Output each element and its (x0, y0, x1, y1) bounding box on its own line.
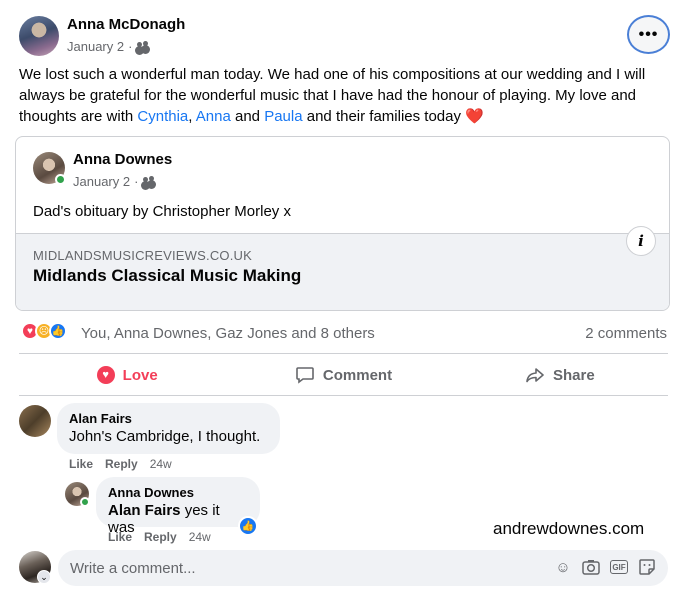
post-text-sep1: , (188, 108, 196, 125)
share-icon (526, 368, 544, 383)
chevron-down-icon[interactable]: ⌄ (37, 570, 51, 584)
heart-emoji: ❤️ (465, 108, 484, 125)
comment-text: John's Cambridge, I thought. (69, 428, 261, 445)
link-preview[interactable]: MIDLANDSMUSICREVIEWS.CO.UK Midlands Clas… (16, 233, 669, 310)
divider (19, 353, 668, 354)
comment-button[interactable]: Comment (235, 357, 451, 393)
post-card: Anna McDonagh January 2 · ••• We lost su… (0, 0, 676, 596)
share-button[interactable]: Share (452, 357, 668, 393)
reply-reply-button[interactable]: Reply (144, 530, 177, 544)
post-text: We lost such a wonderful man today. We h… (19, 64, 669, 127)
meta-separator: · (128, 39, 133, 54)
divider (19, 395, 668, 396)
watermark: andrewdownes.com (493, 519, 645, 538)
comment-time[interactable]: 24w (150, 457, 172, 471)
comment-input[interactable] (70, 559, 540, 577)
sticker-icon[interactable] (638, 558, 656, 576)
reply-like-button[interactable]: Like (108, 530, 132, 544)
gif-icon[interactable]: GIF (610, 560, 628, 574)
comment-actions: Like Reply 24w (69, 457, 172, 471)
camera-icon[interactable] (582, 558, 600, 576)
emoji-icon[interactable]: ☺ (554, 558, 572, 576)
commenter-avatar[interactable] (19, 405, 51, 437)
love-button[interactable]: ♥ Love (19, 357, 235, 393)
comment-icon (296, 367, 314, 384)
post-date[interactable]: January 2 (67, 39, 124, 54)
reply-bubble: Anna Downes Alan Fairs yes it was (96, 477, 260, 536)
meta-separator: · (134, 174, 139, 189)
link-title[interactable]: Midlands Classical Music Making (33, 266, 301, 286)
share-label: Share (552, 366, 595, 384)
friends-icon (142, 175, 156, 188)
shared-meta: January 2 · (73, 174, 156, 189)
reaction-icons[interactable]: ♥ ☹ 👍 (21, 322, 67, 340)
commenter-name[interactable]: Alan Fairs (69, 411, 268, 426)
friends-icon (136, 40, 150, 53)
like-reaction-icon[interactable]: 👍 (238, 516, 258, 536)
comment-bubble: Alan Fairs John's Cambridge, I thought. (57, 403, 280, 454)
info-icon[interactable]: i (626, 226, 656, 256)
mention-cynthia[interactable]: Cynthia (137, 108, 188, 125)
comment-reply-button[interactable]: Reply (105, 457, 138, 471)
reply-time[interactable]: 24w (189, 530, 211, 544)
comment-input-tools: ☺ GIF (554, 558, 656, 576)
more-options-button[interactable]: ••• (627, 15, 670, 54)
comment-label: Comment (322, 366, 393, 384)
mention-anna[interactable]: Anna (196, 108, 231, 125)
mention-paula[interactable]: Paula (264, 108, 302, 125)
like-reaction-icon: 👍 (49, 322, 67, 340)
online-status-dot (80, 497, 90, 507)
comment-like-button[interactable]: Like (69, 457, 93, 471)
author-avatar[interactable] (19, 16, 59, 56)
reply-mention[interactable]: Alan Fairs (108, 502, 181, 519)
post-text-sep2: and (230, 108, 265, 125)
post-text-outro: and their families today (302, 108, 466, 125)
write-comment-box[interactable]: ☺ GIF (58, 550, 668, 586)
shared-date[interactable]: January 2 (73, 174, 130, 189)
post-meta: January 2 · (67, 39, 150, 54)
comment-count[interactable]: 2 comments (585, 325, 667, 342)
shared-post[interactable]: Anna Downes January 2 · Dad's obituary b… (15, 136, 670, 311)
action-bar: ♥ Love Comment Share (19, 357, 668, 393)
post-author[interactable]: Anna McDonagh (67, 16, 185, 33)
shared-text: Dad's obituary by Christopher Morley x (33, 203, 291, 220)
reply-actions: Like Reply 24w (108, 530, 211, 544)
online-status-dot (55, 174, 66, 185)
love-label: Love (122, 366, 158, 384)
reply-author-name[interactable]: Anna Downes (108, 485, 248, 500)
shared-author[interactable]: Anna Downes (73, 151, 172, 168)
heart-icon: ♥ (96, 366, 115, 384)
link-domain: MIDLANDSMUSICREVIEWS.CO.UK (33, 248, 253, 263)
reaction-names[interactable]: You, Anna Downes, Gaz Jones and 8 others (81, 325, 375, 342)
